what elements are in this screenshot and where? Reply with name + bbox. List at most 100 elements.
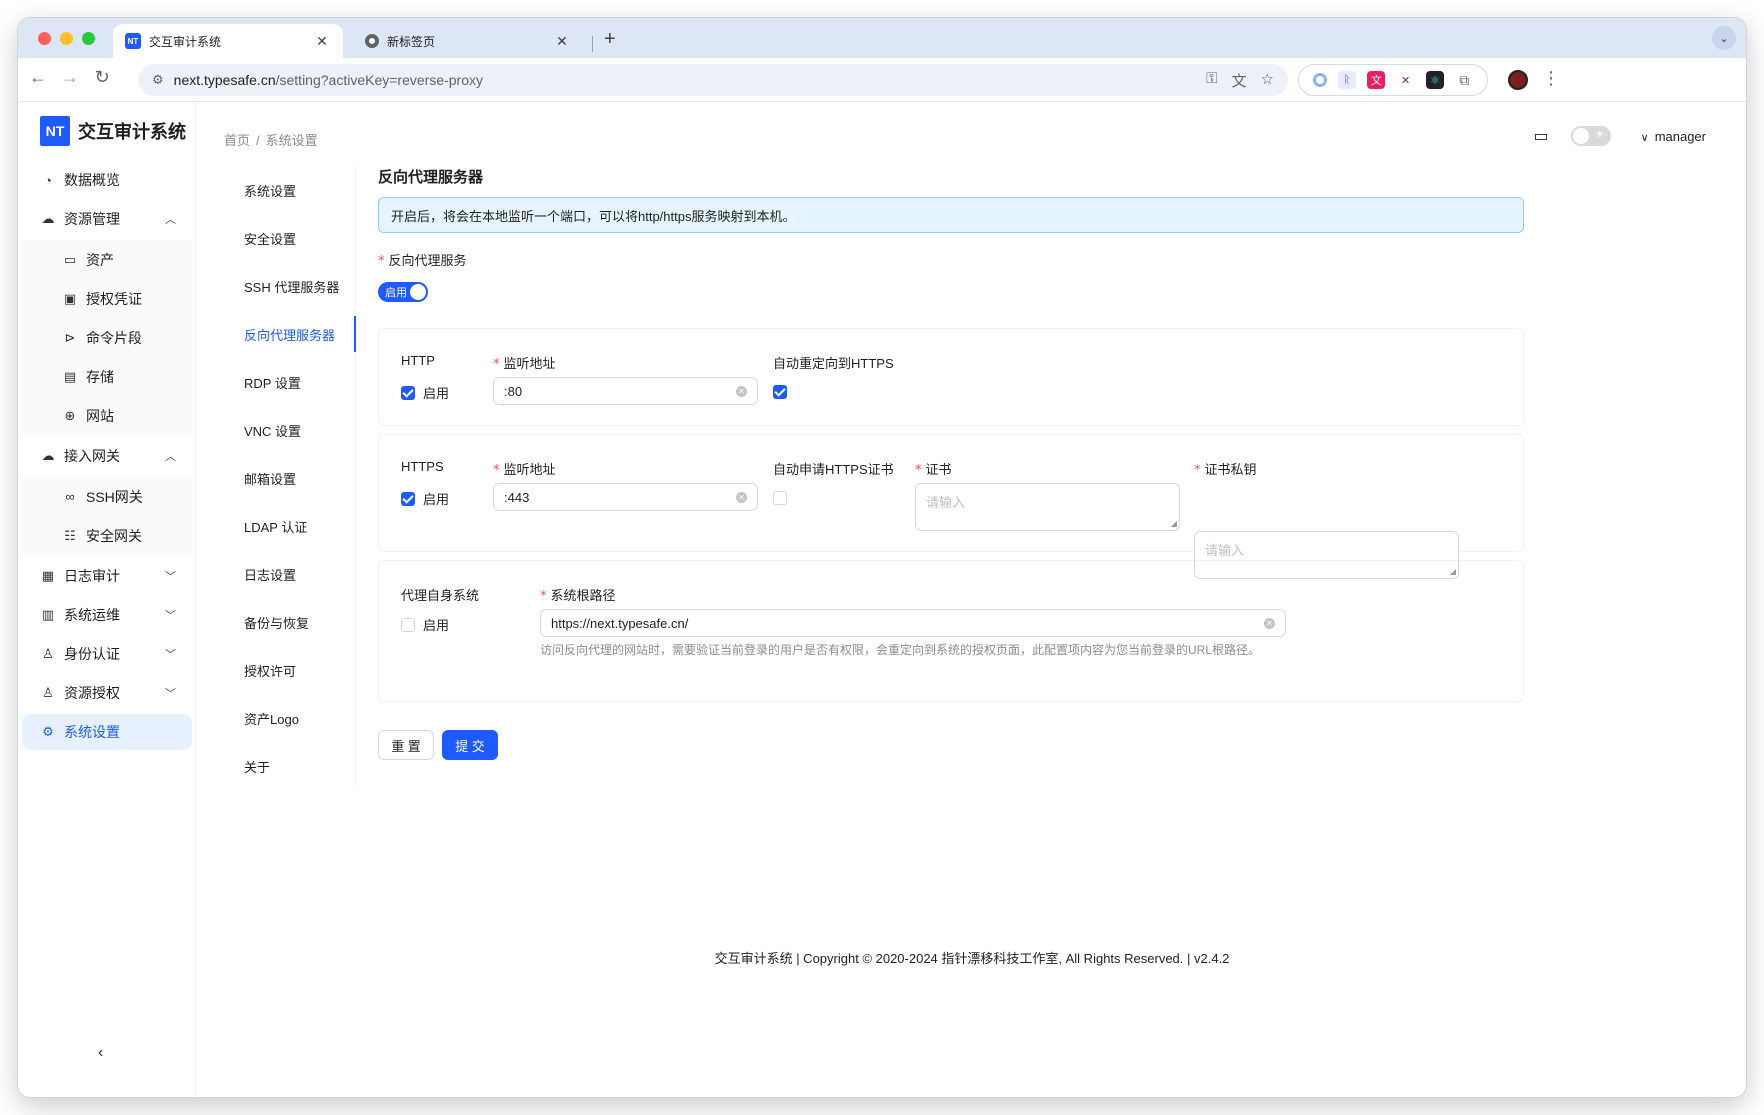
gateway-icon: ☁ (41, 448, 55, 463)
sidebar-item-security-gateway[interactable]: ☷ 安全网关 (22, 516, 192, 555)
sidebar-item-authorization[interactable]: ♙ 资源授权 ﹀ (22, 675, 192, 711)
sidebar-item-gateway[interactable]: ☁ 接入网关 ︿ (22, 438, 192, 474)
extension-x-icon[interactable]: ✕ (1397, 71, 1415, 89)
cert-label-text: 证书 (925, 462, 952, 477)
switch-knob (410, 284, 426, 300)
reload-icon[interactable]: ↻ (90, 67, 114, 88)
laptop-icon[interactable]: ▭ (1534, 126, 1549, 146)
https-auto-cert-checkbox[interactable] (773, 489, 787, 507)
settings-tab-logs[interactable]: 日志设置 (226, 550, 355, 598)
http-card: HTTP 启用 * 监听地址 :80 ✕ 自动重定向到HTTPS (378, 328, 1524, 426)
settings-tab-security[interactable]: 安全设置 (226, 214, 355, 262)
password-key-icon[interactable]: ⚿ (1206, 70, 1217, 91)
sidebar-item-snippets[interactable]: ⊳ 命令片段 (22, 318, 192, 357)
url-text[interactable]: next.typesafe.cn/setting?activeKey=rever… (174, 72, 1206, 88)
settings-tab-license[interactable]: 授权许可 (226, 646, 355, 694)
sidebar-item-credentials[interactable]: ▣ 授权凭证 (22, 279, 192, 318)
service-label: * 反向代理服务 (378, 253, 467, 269)
extension-translate-icon[interactable]: 文 (1367, 71, 1386, 89)
extension-circle-icon[interactable] (1312, 73, 1327, 87)
translate-icon[interactable]: 文 (1232, 70, 1247, 91)
sidebar-item-assets[interactable]: ▭ 资产 (22, 240, 192, 279)
https-enable-checkbox[interactable]: 启用 (401, 489, 449, 508)
info-alert: 开启后，将会在本地监听一个端口，可以将http/https服务映射到本机。 (378, 197, 1524, 233)
bookmark-star-icon[interactable]: ☆ (1261, 70, 1274, 91)
settings-nav: 系统设置 安全设置 SSH 代理服务器 反向代理服务器 RDP 设置 VNC 设… (226, 166, 356, 786)
https-auto-cert-label: 自动申请HTTPS证书 (773, 462, 894, 477)
switch-label: 启用 (385, 287, 407, 299)
settings-tab-system[interactable]: 系统设置 (226, 166, 355, 214)
settings-tab-ldap[interactable]: LDAP 认证 (226, 502, 355, 550)
back-arrow-icon[interactable]: ← (26, 67, 50, 88)
http-enable-checkbox[interactable]: 启用 (401, 383, 449, 402)
theme-toggle[interactable]: ☀ (1570, 126, 1611, 146)
checkbox-unchecked[interactable] (401, 617, 415, 632)
breadcrumb-home[interactable]: 首页 (224, 133, 250, 148)
browser-menu-icon[interactable]: ⋮ (1542, 68, 1560, 89)
checkbox-checked[interactable] (773, 384, 787, 399)
forward-arrow-icon[interactable]: → (58, 67, 82, 88)
breadcrumb-current: 系统设置 (265, 133, 318, 148)
tab-close-icon[interactable]: ✕ (553, 33, 571, 50)
checkbox-checked[interactable] (401, 385, 415, 400)
sidebar-item-label: 安全网关 (86, 527, 142, 544)
cert-textarea[interactable]: 请输入 ◢ (915, 483, 1180, 531)
chevron-down-icon: ∨ (1640, 131, 1649, 144)
submit-button[interactable]: 提 交 (442, 730, 498, 760)
tab-search-chevron-icon[interactable]: ⌄ (1712, 26, 1736, 50)
settings-tab-backup[interactable]: 备份与恢复 (226, 598, 355, 646)
collapse-sidebar-icon[interactable]: ‹ (98, 1044, 103, 1062)
root-path-input[interactable]: https://next.typesafe.cn/ ✕ (540, 609, 1286, 637)
profile-avatar[interactable] (1508, 70, 1528, 90)
settings-tab-about[interactable]: 关于 (226, 742, 355, 790)
sidebar-item-resources[interactable]: ☁ 资源管理 ︿ (22, 201, 192, 237)
extension-react-icon[interactable]: ⚛ (1425, 71, 1444, 89)
sidebar-item-ssh-gateway[interactable]: ∞ SSH网关 (22, 477, 192, 516)
http-listen-input[interactable]: :80 ✕ (493, 377, 758, 405)
sidebar-item-identity[interactable]: ♙ 身份认证 ﹀ (22, 636, 192, 672)
clear-input-icon[interactable]: ✕ (1264, 617, 1275, 629)
site-info-icon[interactable]: ⚙ (152, 72, 164, 88)
brand[interactable]: NT 交互审计系统 (40, 116, 186, 146)
settings-tab-asset-logo[interactable]: 资产Logo (226, 694, 355, 742)
sidebar-item-label: 网站 (86, 407, 114, 424)
sidebar-item-settings[interactable]: ⚙ 系统设置 (22, 714, 192, 750)
extensions-puzzle-icon[interactable]: ⧉ (1455, 71, 1473, 89)
settings-tab-ssh-proxy[interactable]: SSH 代理服务器 (226, 262, 355, 310)
tab-new-tab[interactable]: 新标签页 ✕ (353, 24, 583, 58)
self-proxy-enable-checkbox[interactable]: 启用 (401, 615, 449, 634)
clear-input-icon[interactable]: ✕ (736, 385, 747, 397)
user-icon: ♙ (42, 646, 54, 661)
checkbox-label: 启用 (423, 386, 450, 401)
extension-flow-icon[interactable]: ᚱ (1337, 71, 1356, 89)
user-menu[interactable]: ∨ manager (1641, 129, 1706, 144)
minimize-window-button[interactable] (60, 32, 73, 45)
settings-tab-rdp[interactable]: RDP 设置 (226, 358, 355, 406)
close-window-button[interactable] (38, 32, 51, 45)
terminal-icon: ⊳ (64, 329, 76, 345)
clear-input-icon[interactable]: ✕ (736, 491, 747, 503)
resize-grip-icon[interactable]: ◢ (1171, 519, 1177, 528)
http-redirect-label: 自动重定向到HTTPS (773, 356, 894, 371)
id-card-icon: ▣ (63, 290, 77, 306)
https-card: HTTPS 启用 * 监听地址 :443 ✕ 自动申请HTTPS证书 * 证书 请输… (378, 434, 1524, 579)
tab-active[interactable]: NT 交互审计系统 ✕ (113, 24, 343, 58)
sidebar-item-dashboard[interactable]: ◔ 数据概览 (22, 162, 192, 198)
checkbox-unchecked[interactable] (773, 490, 787, 505)
sidebar-item-audit[interactable]: ▦ 日志审计 ﹀ (22, 558, 192, 594)
settings-tab-mail[interactable]: 邮箱设置 (226, 454, 355, 502)
reverse-proxy-switch[interactable]: 启用 (378, 282, 428, 302)
sidebar-item-storage[interactable]: ▤ 存储 (22, 357, 192, 396)
http-redirect-checkbox[interactable] (773, 383, 787, 401)
new-tab-icon[interactable]: + (604, 28, 616, 51)
settings-tab-vnc[interactable]: VNC 设置 (226, 406, 355, 454)
reset-button[interactable]: 重 置 (378, 730, 434, 760)
address-bar[interactable]: ⚙ next.typesafe.cn/setting?activeKey=rev… (138, 64, 1288, 96)
sidebar-item-websites[interactable]: ⊕ 网站 (22, 396, 192, 435)
checkbox-checked[interactable] (401, 491, 415, 506)
settings-tab-reverse-proxy[interactable]: 反向代理服务器 (226, 310, 356, 358)
maximize-window-button[interactable] (82, 32, 95, 45)
sidebar-item-ops[interactable]: ▥ 系统运维 ﹀ (22, 597, 192, 633)
https-listen-input[interactable]: :443 ✕ (493, 483, 758, 511)
tab-close-icon[interactable]: ✕ (313, 33, 331, 50)
